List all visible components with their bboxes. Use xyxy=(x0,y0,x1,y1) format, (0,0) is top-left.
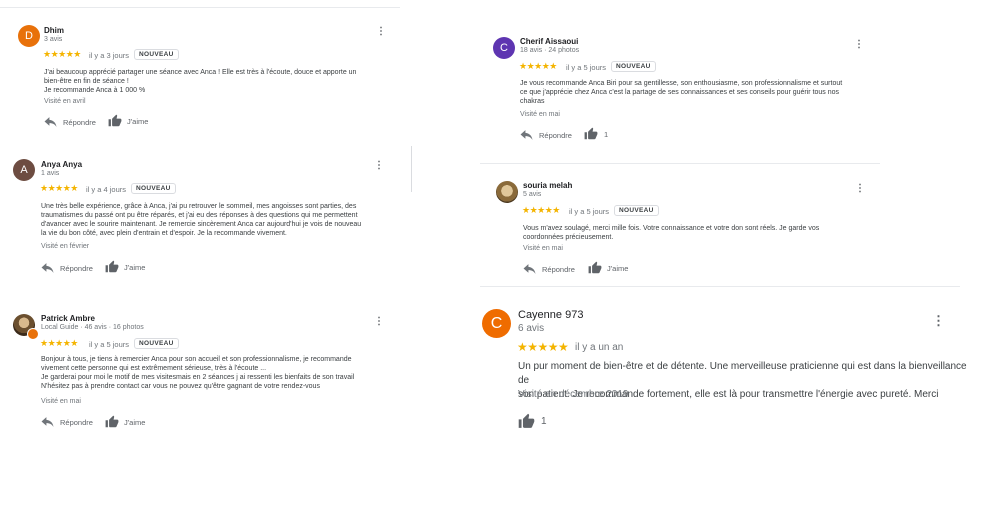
review-text: J'ai beaucoup apprécié partager une séan… xyxy=(44,69,357,94)
star-rating: ★★★★★ xyxy=(43,49,81,59)
reviewer-name[interactable]: Anya Anya xyxy=(41,160,82,169)
more-vert-icon[interactable]: ⋮ xyxy=(932,314,945,327)
reply-button[interactable]: Répondre xyxy=(41,417,93,427)
review-text: Vous m'avez soulagé, merci mille fois. V… xyxy=(523,225,820,241)
like-button[interactable]: J'aime xyxy=(108,114,148,128)
review-text: Je vous recommande Anca Biri pour sa gen… xyxy=(520,80,843,105)
reviewer-name[interactable]: souria melah xyxy=(523,181,572,190)
reviewer-name[interactable]: Patrick Ambre xyxy=(41,314,95,323)
reply-icon xyxy=(520,130,533,140)
visit-date: Visité en décembre 2019 xyxy=(518,389,629,400)
visit-date: Visité en mai xyxy=(41,398,81,405)
reviewer-meta: 5 avis xyxy=(523,191,542,198)
like-button[interactable]: 1 xyxy=(518,413,547,430)
reviewer-name[interactable]: Cayenne 973 xyxy=(518,309,583,321)
reply-icon xyxy=(523,264,536,274)
reply-icon xyxy=(41,417,54,427)
divider xyxy=(480,286,960,287)
reply-label: Répondre xyxy=(60,263,93,273)
reviewer-name[interactable]: Dhim xyxy=(44,26,64,35)
star-rating: ★★★★★ xyxy=(519,61,557,71)
visit-date: Visité en mai xyxy=(523,245,563,252)
review-card: D Dhim 3 avis ⋮ ★★★★★ il y a 3 jours NOU… xyxy=(18,25,390,135)
like-button[interactable]: 1 xyxy=(584,127,608,141)
reply-label: Répondre xyxy=(539,130,572,140)
visit-date: Visité en mai xyxy=(520,111,560,118)
thumbs-up-icon xyxy=(105,415,119,429)
review-date: il y a 5 jours xyxy=(569,207,610,216)
avatar[interactable]: D xyxy=(18,25,40,47)
like-label: J'aime xyxy=(124,417,146,427)
review-date: il y a 3 jours xyxy=(89,51,130,60)
reply-button[interactable]: Répondre xyxy=(44,117,96,127)
review-card: souria melah 5 avis ⋮ ★★★★★ il y a 5 jou… xyxy=(496,181,876,281)
reviewer-meta: 1 avis xyxy=(41,170,60,177)
star-rating: ★★★★★ xyxy=(522,205,560,215)
review-card: C Cayenne 973 6 avis ⋮ ★★★★★ il y a un a… xyxy=(482,309,967,434)
visit-date: Visité en février xyxy=(41,243,90,250)
column-divider xyxy=(411,146,412,192)
divider xyxy=(0,7,400,8)
more-vert-icon[interactable]: ⋮ xyxy=(374,317,384,327)
reviewer-name[interactable]: Cherif Aissaoui xyxy=(520,37,578,46)
thumbs-up-icon xyxy=(105,260,119,274)
thumbs-up-icon xyxy=(108,114,122,128)
like-button[interactable]: J'aime xyxy=(105,260,145,274)
star-rating: ★★★★★ xyxy=(40,338,78,348)
review-text: Une très belle expérience, grâce à Anca,… xyxy=(41,203,362,237)
more-vert-icon[interactable]: ⋮ xyxy=(374,161,384,171)
like-label: J'aime xyxy=(607,263,629,273)
new-badge: NOUVEAU xyxy=(134,49,179,60)
reply-label: Répondre xyxy=(63,117,96,127)
reply-label: Répondre xyxy=(60,417,93,427)
like-button[interactable]: J'aime xyxy=(105,415,145,429)
avatar[interactable] xyxy=(496,181,518,203)
thumbs-up-icon xyxy=(518,413,535,430)
avatar[interactable]: C xyxy=(482,309,511,338)
reply-button[interactable]: Répondre xyxy=(41,263,93,273)
reply-button[interactable]: Répondre xyxy=(523,264,575,274)
thumbs-up-icon xyxy=(584,127,598,141)
review-text: Bonjour à tous, je tiens à remercier Anc… xyxy=(41,356,355,390)
review-card: C Cherif Aissaoui 18 avis · 24 photos ⋮ … xyxy=(493,37,873,147)
thumbs-up-icon xyxy=(588,261,602,275)
new-badge: NOUVEAU xyxy=(131,183,176,194)
like-label: J'aime xyxy=(127,116,149,126)
like-label: J'aime xyxy=(124,262,146,272)
review-date: il y a 5 jours xyxy=(89,340,130,349)
reviewer-meta: 18 avis · 24 photos xyxy=(520,47,580,54)
reviewer-meta: 6 avis xyxy=(518,323,545,334)
more-vert-icon[interactable]: ⋮ xyxy=(376,27,386,37)
star-rating: ★★★★★ xyxy=(517,340,569,354)
new-badge: NOUVEAU xyxy=(614,205,659,216)
star-rating: ★★★★★ xyxy=(40,183,78,193)
new-badge: NOUVEAU xyxy=(134,338,179,349)
reply-label: Répondre xyxy=(542,264,575,274)
reply-button[interactable]: Répondre xyxy=(520,130,572,140)
new-badge: NOUVEAU xyxy=(611,61,656,72)
more-vert-icon[interactable]: ⋮ xyxy=(854,40,864,50)
divider xyxy=(480,163,880,164)
avatar[interactable]: C xyxy=(493,37,515,59)
more-vert-icon[interactable]: ⋮ xyxy=(855,184,865,194)
like-count: 1 xyxy=(541,416,547,427)
reviewer-meta: 3 avis xyxy=(44,36,63,43)
reviewer-meta: Local Guide · 46 avis · 16 photos xyxy=(41,324,144,331)
reply-icon xyxy=(44,117,57,127)
avatar[interactable]: A xyxy=(13,159,35,181)
review-date: il y a 5 jours xyxy=(566,63,607,72)
review-card: A Anya Anya 1 avis ⋮ ★★★★★ il y a 4 jour… xyxy=(13,159,385,279)
review-date: il y a un an xyxy=(575,342,624,353)
like-count: 1 xyxy=(604,129,609,139)
like-button[interactable]: J'aime xyxy=(588,261,628,275)
local-guide-badge-icon xyxy=(27,328,39,340)
review-card: Patrick Ambre Local Guide · 46 avis · 16… xyxy=(13,314,385,434)
review-date: il y a 4 jours xyxy=(86,185,127,194)
reply-icon xyxy=(41,263,54,273)
visit-date: Visité en avril xyxy=(44,98,86,105)
